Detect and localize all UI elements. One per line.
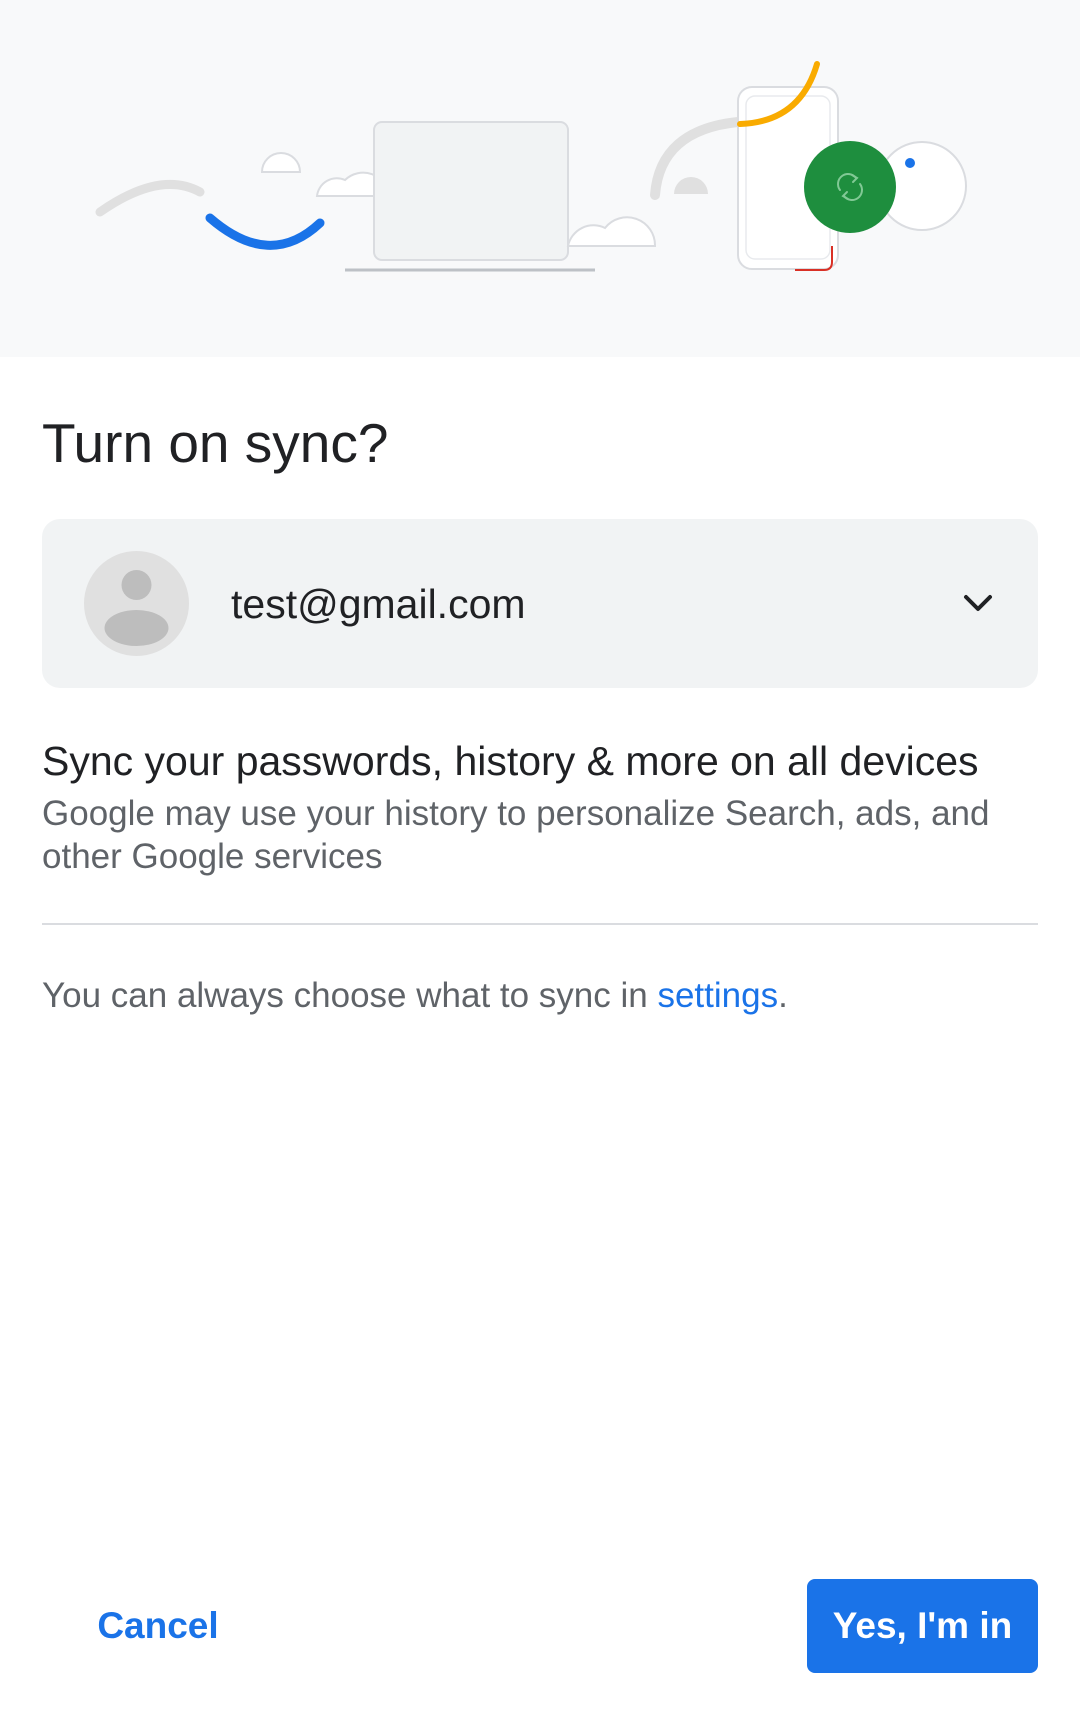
blue-dot-shape: [905, 158, 915, 168]
laptop-icon: [373, 121, 569, 261]
sync-circle-shape: [804, 141, 896, 233]
confirm-sync-button[interactable]: Yes, I'm in: [807, 1579, 1038, 1673]
gray-wave-shape: [95, 179, 205, 217]
settings-note-prefix: You can always choose what to sync in: [42, 976, 658, 1015]
chevron-down-icon[interactable]: [960, 585, 996, 621]
settings-note: You can always choose what to sync in se…: [42, 973, 788, 1019]
settings-link[interactable]: settings: [657, 976, 778, 1015]
settings-note-suffix: .: [778, 976, 788, 1015]
blue-wave-shape: [205, 213, 325, 250]
header-illustration: [0, 0, 1080, 357]
cloud-right-icon: [566, 216, 657, 247]
sync-devices-illustration: [95, 61, 967, 272]
sync-description: Google may use your history to personali…: [42, 794, 990, 876]
dome-shape: [674, 177, 708, 194]
cloud-small-icon: [260, 152, 302, 173]
account-email: test@gmail.com: [231, 581, 526, 627]
dialog-title: Turn on sync?: [42, 412, 389, 474]
account-selector[interactable]: test@gmail.com: [42, 519, 1038, 688]
person-icon: [84, 551, 189, 656]
divider: [42, 923, 1038, 925]
sync-heading: Sync your passwords, history & more on a…: [42, 738, 979, 784]
cancel-button[interactable]: Cancel: [62, 1579, 254, 1673]
